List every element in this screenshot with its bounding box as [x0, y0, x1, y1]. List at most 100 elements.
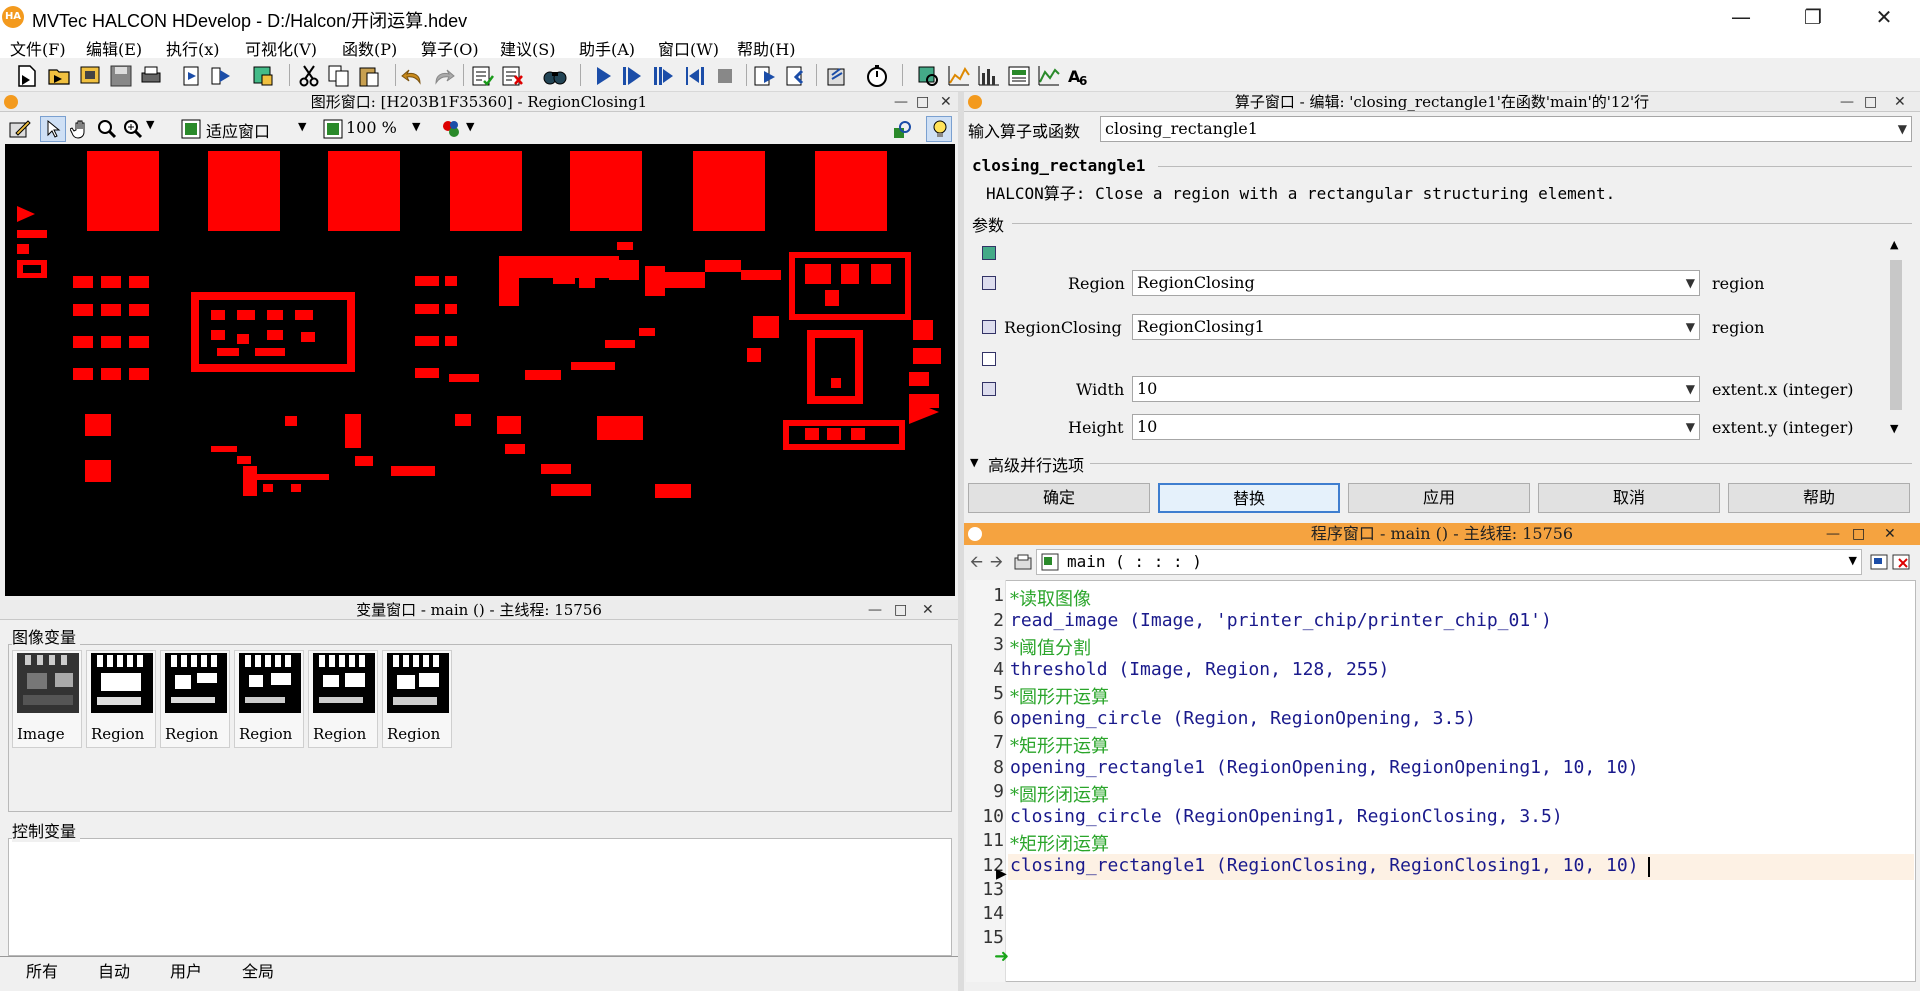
maximize-icon[interactable]: □: [1864, 92, 1877, 112]
image-var-thumb[interactable]: Region: [160, 650, 230, 748]
histogram-icon[interactable]: [976, 63, 1002, 89]
forward-arrow-icon[interactable]: 🡪: [990, 551, 1003, 578]
back-arrow-icon[interactable]: 🡨: [970, 551, 983, 578]
minimize-icon[interactable]: —: [894, 92, 908, 112]
code-line[interactable]: *圆形闭运算: [1010, 781, 1109, 807]
chevron-down-icon[interactable]: ▼: [1686, 315, 1695, 339]
cancel-button[interactable]: 取消: [1538, 483, 1720, 513]
magnify-icon[interactable]: [96, 118, 118, 140]
chevron-down-icon[interactable]: ▼: [1849, 554, 1857, 567]
minimize-icon[interactable]: —: [1826, 523, 1840, 545]
param-width-select[interactable]: 10 ▼: [1132, 376, 1700, 402]
save-icon[interactable]: [108, 63, 134, 89]
expand-icon[interactable]: ▼: [970, 456, 978, 469]
chevron-down-icon[interactable]: ▼: [1686, 415, 1695, 439]
undo-icon[interactable]: [400, 63, 426, 89]
code-line[interactable]: closing_rectangle1 (RegionClosing, Regio…: [1010, 855, 1639, 876]
image-var-thumb[interactable]: Image: [12, 650, 82, 748]
open-example-icon[interactable]: [78, 63, 104, 89]
delete-procedure-icon[interactable]: [1892, 553, 1910, 571]
menu-operators[interactable]: 算子(O): [421, 36, 479, 60]
gray-histogram-icon[interactable]: [916, 63, 942, 89]
pixel-info-icon[interactable]: [892, 118, 914, 140]
code-line[interactable]: read_image (Image, 'printer_chip/printer…: [1010, 610, 1552, 631]
maximize-icon[interactable]: □: [916, 92, 929, 112]
chevron-down-icon[interactable]: ▼: [298, 120, 306, 133]
menu-visualize[interactable]: 可视化(V): [245, 36, 317, 60]
menu-window[interactable]: 窗口(W): [658, 36, 719, 60]
open-file-icon[interactable]: [46, 63, 72, 89]
code-line[interactable]: opening_circle (Region, RegionOpening, 3…: [1010, 708, 1476, 729]
image-var-thumb[interactable]: Region: [86, 650, 156, 748]
close-icon[interactable]: ✕: [922, 600, 934, 620]
tab-auto[interactable]: 自动: [98, 958, 130, 982]
image-var-thumb[interactable]: Region: [234, 650, 304, 748]
stop-icon[interactable]: [712, 63, 738, 89]
redo-icon[interactable]: [430, 63, 456, 89]
activate-icon[interactable]: [470, 63, 496, 89]
tab-user[interactable]: 用户: [170, 958, 202, 982]
line-profile-icon[interactable]: [946, 63, 972, 89]
step-forward-icon[interactable]: [208, 63, 234, 89]
hand-icon[interactable]: [70, 118, 92, 140]
params-scrollbar[interactable]: ▲ ▼: [1888, 238, 1904, 438]
zoom-mode-select[interactable]: 适应窗口: [206, 118, 270, 142]
paste-icon[interactable]: [356, 63, 382, 89]
color-settings-icon[interactable]: [440, 118, 462, 140]
visualization-icon[interactable]: [250, 63, 276, 89]
menu-procedures[interactable]: 函数(P): [342, 36, 397, 60]
zoom-percent-select[interactable]: 100 %: [346, 118, 397, 137]
step-into-icon[interactable]: [752, 63, 778, 89]
profiler-icon[interactable]: [864, 63, 890, 89]
procedure-window-icon[interactable]: [1870, 553, 1888, 571]
code-line[interactable]: *矩形开运算: [1010, 732, 1109, 758]
code-line[interactable]: threshold (Image, Region, 128, 255): [1010, 659, 1389, 680]
advanced-options-toggle[interactable]: 高级并行选项: [988, 452, 1084, 476]
close-icon[interactable]: ✕: [1894, 92, 1906, 112]
feature-histogram-icon[interactable]: [1036, 63, 1062, 89]
code-line[interactable]: *圆形开运算: [1010, 683, 1109, 709]
minimize-icon[interactable]: —: [1712, 0, 1770, 34]
scroll-down-icon[interactable]: ▼: [1890, 422, 1898, 435]
image-var-thumb[interactable]: Region: [382, 650, 452, 748]
graphics-canvas[interactable]: [5, 144, 955, 596]
minimize-icon[interactable]: —: [868, 600, 882, 620]
image-var-thumb[interactable]: Region: [308, 650, 378, 748]
code-line[interactable]: *读取图像: [1010, 585, 1091, 611]
chevron-down-icon[interactable]: ▼: [1686, 377, 1695, 401]
chevron-down-icon[interactable]: ▼: [466, 120, 474, 133]
menu-edit[interactable]: 编辑(E): [86, 36, 142, 60]
run-to-insert-icon[interactable]: [618, 63, 644, 89]
code-line[interactable]: opening_rectangle1 (RegionOpening, Regio…: [1010, 757, 1639, 778]
procedure-select[interactable]: main ( : : : ) ▼: [1036, 549, 1862, 575]
cut-icon[interactable]: [296, 63, 322, 89]
feature-inspection-icon[interactable]: [1006, 63, 1032, 89]
close-icon[interactable]: ✕: [1855, 0, 1913, 34]
apply-button[interactable]: 应用: [1348, 483, 1530, 513]
menu-assistants[interactable]: 助手(A): [579, 36, 635, 60]
maximize-icon[interactable]: □: [894, 600, 907, 620]
close-icon[interactable]: ✕: [1884, 523, 1896, 545]
procedure-folder-icon[interactable]: [1014, 553, 1032, 571]
menu-execute[interactable]: 执行(x): [166, 36, 220, 60]
maximize-icon[interactable]: ❐: [1784, 0, 1842, 34]
ocr-icon[interactable]: A6: [1066, 63, 1092, 89]
close-icon[interactable]: ✕: [940, 92, 952, 112]
edit-icon[interactable]: [8, 117, 32, 141]
chevron-down-icon[interactable]: ▼: [1898, 117, 1907, 141]
find-icon[interactable]: [542, 63, 568, 89]
code-line[interactable]: *阈值分割: [1010, 634, 1091, 660]
print-icon[interactable]: [138, 63, 164, 89]
menu-suggestions[interactable]: 建议(S): [500, 36, 555, 60]
zoom-icon[interactable]: [122, 118, 144, 140]
scroll-up-icon[interactable]: ▲: [1890, 238, 1898, 251]
ok-button[interactable]: 确定: [968, 483, 1150, 513]
scroll-thumb[interactable]: [1890, 260, 1902, 410]
reset-program-icon[interactable]: [824, 63, 850, 89]
tab-all[interactable]: 所有: [26, 958, 58, 982]
maximize-icon[interactable]: □: [1852, 523, 1865, 545]
zoom-dropdown-arrow-icon[interactable]: ▼: [146, 118, 154, 131]
run-icon[interactable]: [590, 63, 616, 89]
chevron-down-icon[interactable]: ▼: [412, 120, 420, 133]
param-regionclosing-select[interactable]: RegionClosing1 ▼: [1132, 314, 1700, 340]
